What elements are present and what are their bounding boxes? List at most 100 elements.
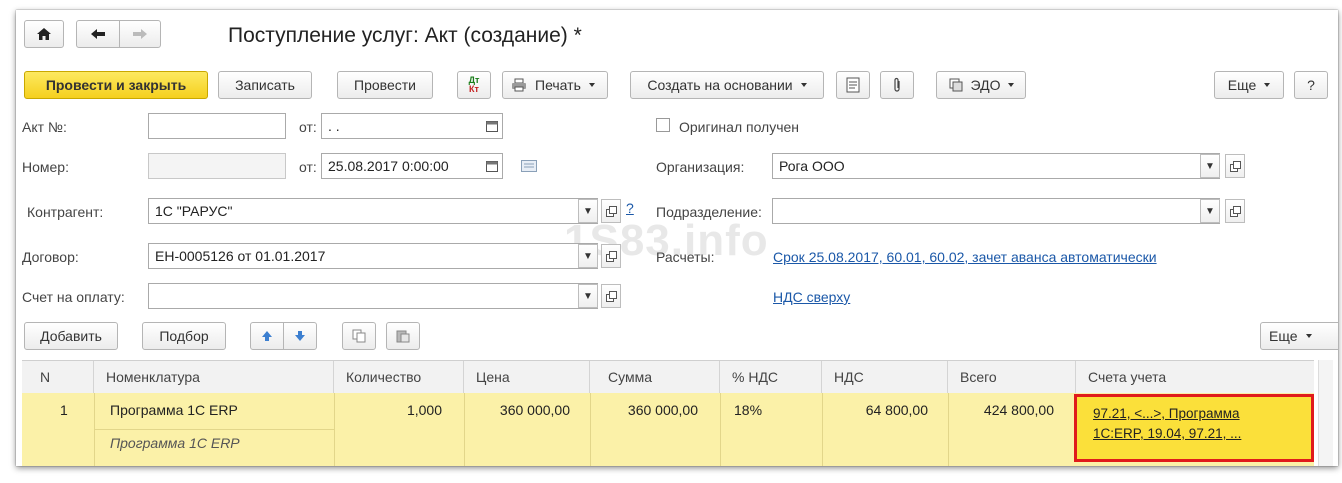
column-header-price[interactable]: Цена [464, 361, 590, 393]
arrow-left-icon [91, 29, 105, 39]
printer-icon [512, 78, 526, 92]
chevron-down-icon [588, 83, 595, 87]
table-header: N Номенклатура Количество Цена Сумма % Н… [22, 360, 1314, 394]
invoice-field[interactable] [148, 283, 598, 309]
accounts-link-line2[interactable]: 1С:ERP, 19.04, 97.21, ... [1093, 426, 1241, 441]
act-date-field[interactable]: . . [321, 113, 503, 139]
post-button[interactable]: Провести [337, 71, 433, 99]
column-header-quantity[interactable]: Количество [334, 361, 464, 393]
date-label: от: [299, 159, 317, 175]
cell-vat-rate[interactable]: 18% [734, 402, 762, 418]
cell-vat[interactable]: 64 800,00 [822, 402, 928, 418]
column-header-vat-rate[interactable]: % НДС [720, 361, 822, 393]
act-number-field[interactable] [148, 113, 286, 139]
move-down-button[interactable] [283, 322, 317, 350]
report-button[interactable] [836, 71, 870, 99]
invoice-label: Счет на оплату: [22, 289, 125, 305]
vat-link[interactable]: НДС сверху [773, 289, 850, 305]
open-icon [1229, 160, 1241, 172]
dropdown-button[interactable]: ▼ [578, 284, 598, 308]
open-icon [1229, 205, 1241, 217]
open-icon [605, 250, 617, 262]
column-header-vat[interactable]: НДС [822, 361, 948, 393]
subrow-divider [94, 429, 334, 430]
back-button[interactable] [76, 20, 120, 48]
open-icon [605, 290, 617, 302]
settlements-link[interactable]: Срок 25.08.2017, 60.01, 60.02, зачет ава… [773, 249, 1157, 265]
calendar-button[interactable] [482, 154, 502, 178]
window-title: Поступление услуг: Акт (создание) * [228, 24, 582, 47]
contract-field[interactable]: ЕН-0005126 от 01.01.2017 [148, 243, 598, 269]
organization-field[interactable]: Рога ООО [772, 153, 1220, 179]
calendar-button[interactable] [482, 114, 502, 138]
original-received-checkbox[interactable] [656, 118, 670, 132]
open-icon [605, 205, 617, 217]
date-field[interactable]: 25.08.2017 0:00:00 [321, 153, 503, 179]
column-divider [720, 393, 721, 466]
dropdown-button[interactable]: ▼ [1200, 154, 1220, 178]
edo-icon [949, 78, 963, 92]
copy-icon [352, 329, 366, 343]
attach-button[interactable] [880, 71, 914, 99]
cell-nomenclature[interactable]: Программа 1С ERP [110, 402, 238, 418]
document-report-icon [846, 77, 860, 93]
more-button[interactable]: Еще [1214, 71, 1284, 99]
department-field[interactable] [772, 198, 1220, 224]
dropdown-button[interactable]: ▼ [578, 244, 598, 268]
number-label: Номер: [22, 159, 69, 175]
act-date-label: от: [299, 119, 317, 135]
copy-button[interactable] [342, 322, 376, 350]
home-button[interactable] [24, 20, 64, 48]
cell-quantity[interactable]: 1,000 [334, 402, 442, 418]
table-more-button[interactable]: Еще [1260, 322, 1338, 350]
accounts-link-line1[interactable]: 97.21, <...>, Программа [1093, 406, 1240, 421]
create-based-on-button[interactable]: Создать на основании [630, 71, 824, 99]
document-list-icon[interactable] [521, 159, 537, 175]
select-button[interactable]: Подбор [142, 322, 226, 350]
add-row-button[interactable]: Добавить [24, 322, 118, 350]
act-number-label: Акт №: [22, 119, 67, 135]
arrow-down-icon [295, 331, 305, 341]
settlements-label: Расчеты: [656, 249, 715, 265]
paste-button[interactable] [386, 322, 420, 350]
calendar-icon [486, 160, 498, 172]
open-button[interactable] [1225, 154, 1245, 178]
edo-button[interactable]: ЭДО [936, 71, 1026, 99]
table-more-label: Еще [1269, 328, 1298, 344]
post-and-close-button[interactable]: Провести и закрыть [24, 71, 208, 99]
dt-kt-button[interactable]: Дт Кт [457, 71, 491, 99]
organization-label: Организация: [656, 159, 745, 175]
counterparty-label: Контрагент: [27, 204, 104, 220]
cell-nomenclature-sub: Программа 1С ERP [110, 435, 240, 451]
counterparty-field[interactable]: 1С "РАРУС" [148, 198, 598, 224]
cell-sum[interactable]: 360 000,00 [590, 402, 698, 418]
column-header-total[interactable]: Всего [948, 361, 1076, 393]
forward-button[interactable] [119, 20, 161, 48]
column-header-n[interactable]: N [22, 361, 94, 393]
cell-price[interactable]: 360 000,00 [464, 402, 570, 418]
open-button[interactable] [1225, 199, 1245, 223]
dropdown-button[interactable]: ▼ [1200, 199, 1220, 223]
chevron-down-icon [1264, 83, 1271, 87]
print-button[interactable]: Печать [502, 71, 608, 99]
chevron-down-icon [1008, 83, 1015, 87]
accounts-cell-highlight[interactable]: 97.21, <...>, Программа 1С:ERP, 19.04, 9… [1074, 394, 1314, 462]
number-field[interactable] [148, 153, 286, 179]
column-header-accounts[interactable]: Счета учета [1076, 361, 1314, 393]
help-button[interactable]: ? [1294, 71, 1328, 99]
save-button[interactable]: Записать [218, 71, 312, 99]
cell-total[interactable]: 424 800,00 [948, 402, 1054, 418]
column-header-nomenclature[interactable]: Номенклатура [94, 361, 334, 393]
open-button[interactable] [601, 284, 621, 308]
home-icon [37, 28, 51, 40]
edo-label: ЭДО [970, 77, 1001, 93]
counterparty-help-link[interactable]: ? [626, 200, 634, 216]
table-scrollbar[interactable] [1318, 360, 1333, 466]
column-header-sum[interactable]: Сумма [590, 361, 720, 393]
open-button[interactable] [601, 244, 621, 268]
document-window: Поступление услуг: Акт (создание) * Пров… [16, 10, 1338, 466]
original-received-label: Оригинал получен [679, 119, 800, 135]
move-up-button[interactable] [250, 322, 284, 350]
paste-icon [396, 330, 410, 343]
arrow-up-icon [262, 331, 272, 341]
